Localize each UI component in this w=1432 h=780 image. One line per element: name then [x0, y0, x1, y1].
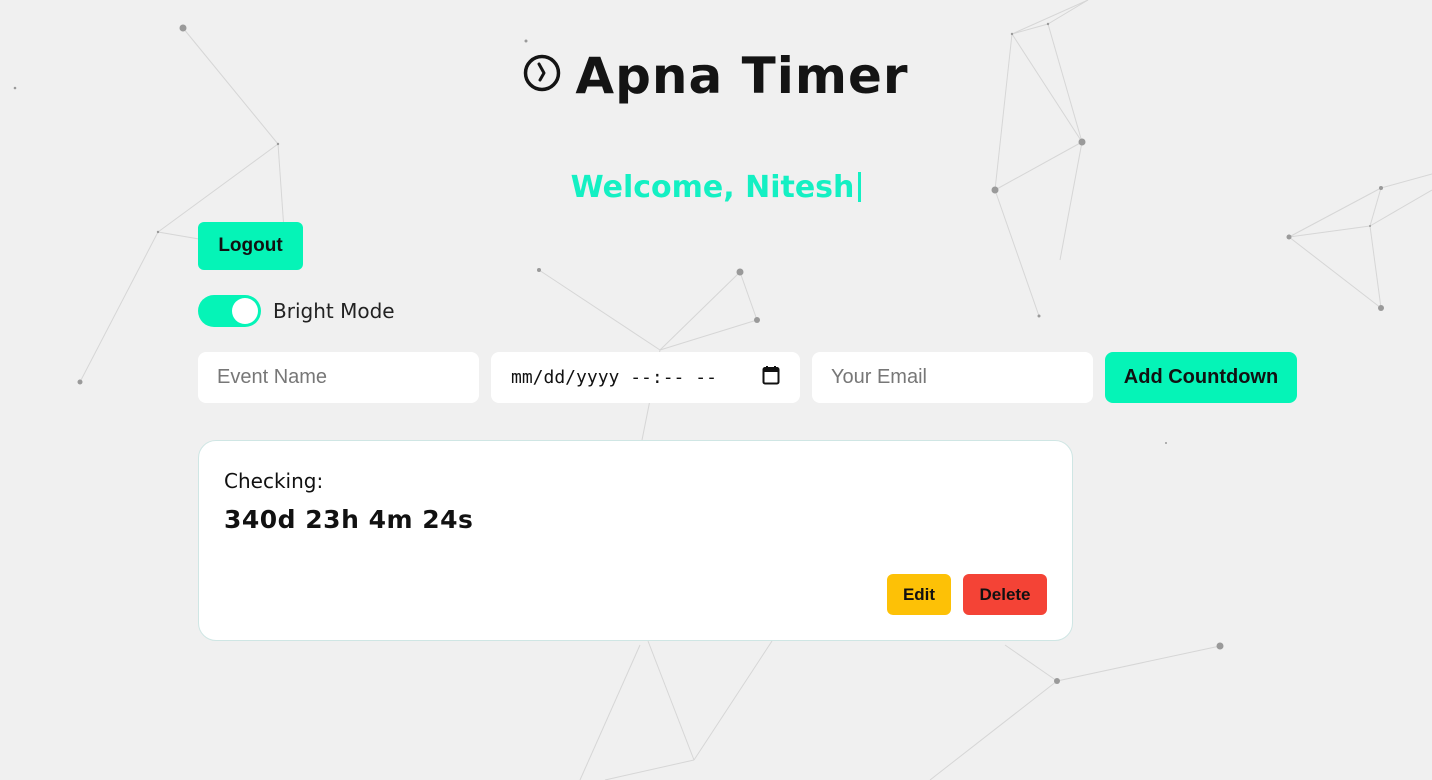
bright-mode-label: Bright Mode: [273, 299, 395, 323]
toggle-knob: [232, 298, 258, 324]
event-datetime-input[interactable]: mm/dd/yyyy --:-- --: [491, 352, 800, 403]
event-name-input[interactable]: [198, 352, 479, 403]
edit-button[interactable]: Edit: [887, 574, 951, 615]
app-title: Apna Timer: [0, 46, 1432, 110]
clock-icon: [523, 45, 561, 105]
countdown-remaining: 340d 23h 4m 24s: [224, 505, 474, 534]
welcome-text: Welcome, Nitesh: [570, 170, 855, 205]
calendar-icon[interactable]: [762, 365, 780, 390]
bright-mode-toggle[interactable]: [198, 295, 261, 327]
countdown-card: Checking: 340d 23h 4m 24s Edit Delete: [198, 440, 1073, 641]
email-input[interactable]: [812, 352, 1093, 403]
countdown-event-name: Checking:: [224, 469, 324, 493]
welcome-message: Welcome, Nitesh: [0, 168, 1432, 208]
page: Apna Timer Welcome, Nitesh Logout Bright…: [0, 0, 1432, 780]
logout-button[interactable]: Logout: [198, 222, 303, 270]
app-title-text: Apna Timer: [575, 47, 909, 105]
datetime-placeholder: mm/dd/yyyy --:-- --: [511, 367, 717, 388]
add-countdown-button[interactable]: Add Countdown: [1105, 352, 1297, 403]
delete-button[interactable]: Delete: [963, 574, 1047, 615]
typing-cursor: [858, 172, 862, 202]
